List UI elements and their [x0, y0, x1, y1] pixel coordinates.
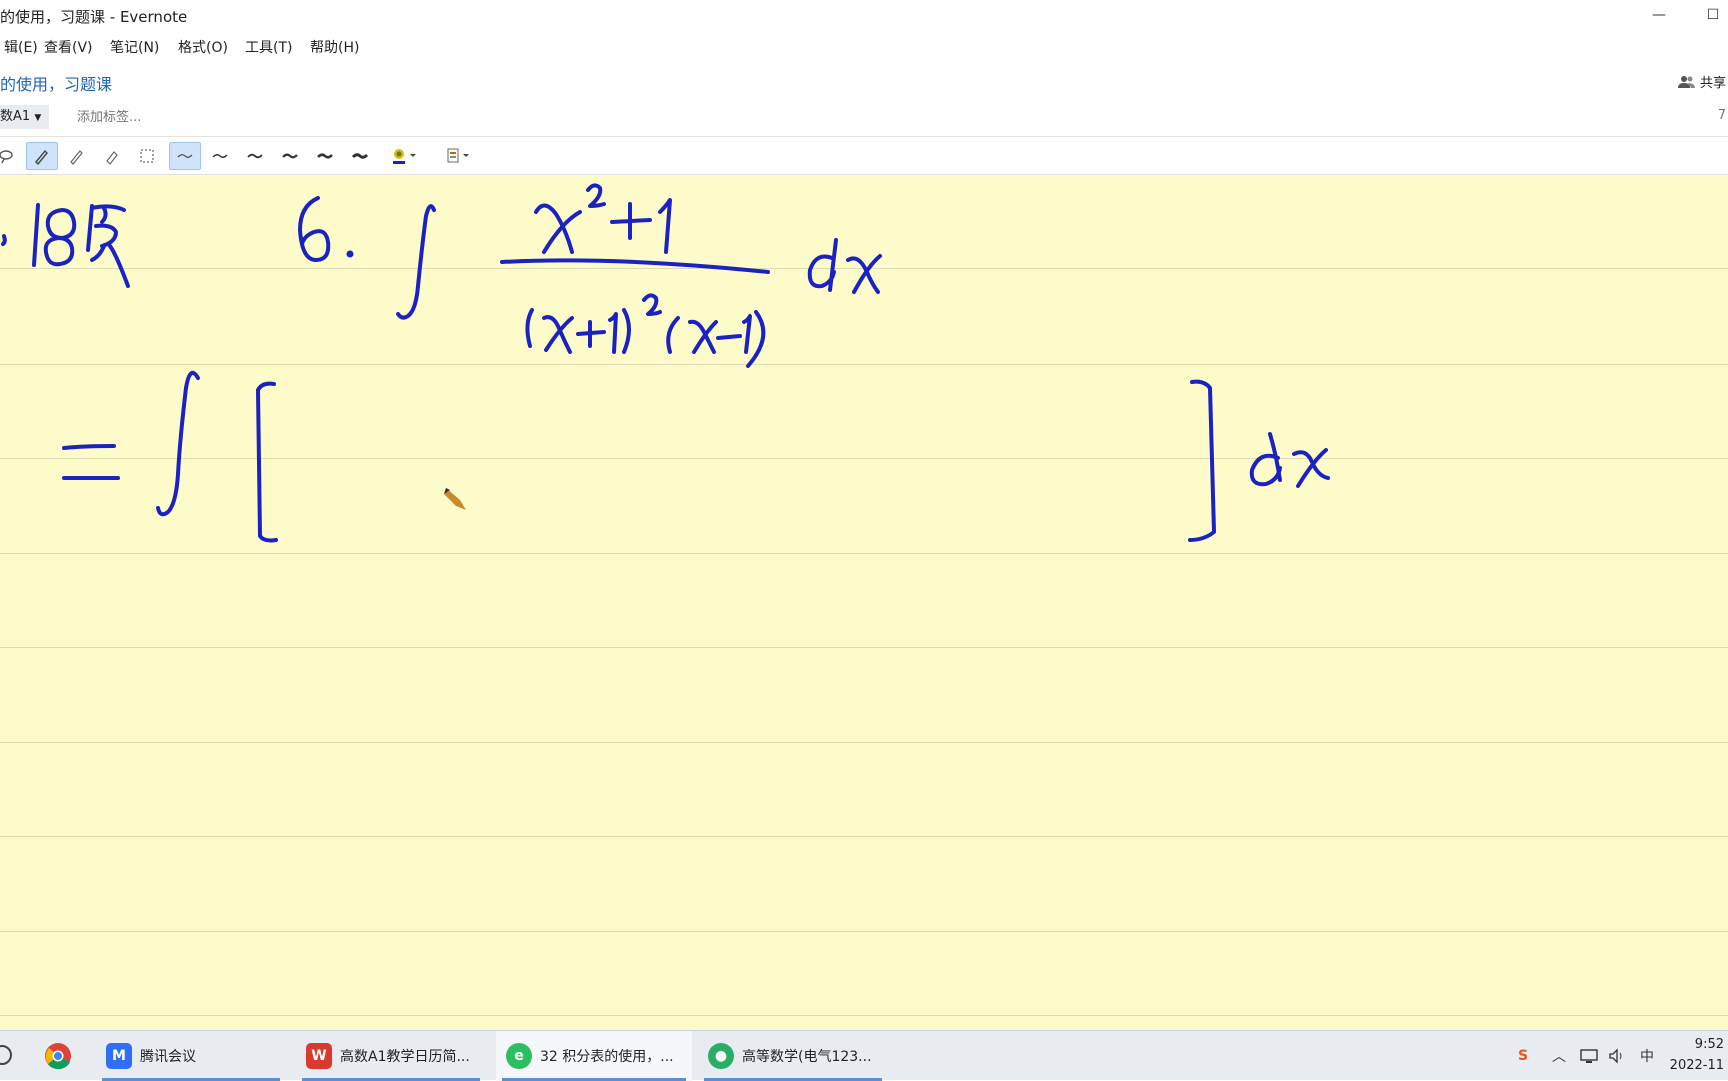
menu-edit[interactable]: 辑(E)	[0, 35, 42, 59]
handwriting-integral-1	[396, 204, 436, 320]
handwriting-ink	[1, 183, 1330, 543]
count-indicator: 7	[1717, 108, 1726, 123]
window-title: 的使用，习题课 - Evernote	[0, 8, 188, 26]
handwriting-dx-2	[1249, 432, 1330, 488]
stroke-width-3-icon[interactable]	[239, 142, 271, 170]
ink-toolbar	[0, 138, 1728, 175]
volume-icon[interactable]	[1606, 1045, 1628, 1067]
stroke-width-4-icon[interactable]	[274, 142, 306, 170]
wechat-icon: ●	[708, 1043, 734, 1069]
taskbar-item-wechat[interactable]: ● 高等数学(电气123...	[698, 1031, 888, 1081]
handwriting-right-bracket	[1188, 379, 1216, 542]
pencil-cursor-icon	[444, 488, 466, 510]
search-icon[interactable]	[0, 1045, 12, 1065]
restore-button[interactable]: ☐	[1690, 0, 1728, 31]
taskbar-label: 高等数学(电气123...	[742, 1049, 872, 1065]
clock-date[interactable]: 2022-11	[1670, 1058, 1724, 1073]
taskbar-label: 高数A1教学日历简...	[340, 1049, 470, 1065]
stroke-width-5-icon[interactable]	[309, 142, 341, 170]
handwriting-dx-1	[807, 238, 882, 294]
handwriting-numerator	[534, 183, 672, 254]
handwriting-equals	[62, 444, 120, 480]
taskbar-label: 腾讯会议	[140, 1049, 196, 1065]
people-icon	[1677, 75, 1695, 88]
taskbar-item-evernote[interactable]: e 32 积分表的使用，...	[496, 1031, 692, 1081]
network-icon[interactable]	[1578, 1045, 1600, 1067]
menu-help[interactable]: 帮助(H)	[306, 35, 363, 59]
stroke-width-6-icon[interactable]	[344, 142, 376, 170]
tencent-meeting-icon: M	[106, 1043, 132, 1069]
handwriting-fraction-bar	[500, 258, 770, 274]
stroke-width-2-icon[interactable]	[204, 142, 236, 170]
selection-icon[interactable]	[131, 142, 163, 170]
chevron-up-icon[interactable]: ︿	[1548, 1045, 1570, 1067]
taskbar: M 腾讯会议 W 高数A1教学日历简... e 32 积分表的使用，... ● …	[0, 1030, 1728, 1081]
notebook-name: 数A1	[0, 109, 31, 124]
menu-tools[interactable]: 工具(T)	[241, 35, 296, 59]
header-divider	[0, 136, 1728, 137]
chrome-icon[interactable]	[44, 1042, 72, 1070]
stroke-width-1-icon[interactable]	[169, 142, 201, 170]
lasso-icon[interactable]	[0, 142, 22, 170]
handwriting-problem-number	[298, 196, 354, 262]
menu-note[interactable]: 笔记(N)	[106, 35, 163, 59]
clock-time[interactable]: 9:52	[1695, 1037, 1724, 1052]
handwriting-left-bracket	[256, 381, 278, 543]
chevron-down-icon: ▼	[34, 113, 42, 123]
wps-icon: W	[306, 1043, 332, 1069]
input-method-icon[interactable]: 中	[1636, 1045, 1658, 1067]
handwriting-denominator	[525, 293, 766, 368]
evernote-icon: e	[506, 1043, 532, 1069]
handwriting-integral-2	[156, 370, 200, 517]
color-picker-icon[interactable]	[384, 142, 424, 170]
minimize-button[interactable]: —	[1636, 0, 1682, 31]
highlighter-icon[interactable]	[96, 142, 128, 170]
page-style-icon[interactable]	[438, 142, 478, 170]
menu-bar: 辑(E) 查看(V) 笔记(N) 格式(O) 工具(T) 帮助(H)	[0, 31, 1728, 60]
tag-input[interactable]	[75, 105, 379, 131]
taskbar-item-wps[interactable]: W 高数A1教学日历简...	[296, 1031, 486, 1081]
ink-canvas[interactable]	[0, 175, 1728, 1030]
notebook-selector[interactable]: 数A1 ▼	[0, 105, 50, 129]
sogou-ime-icon[interactable]: S	[1512, 1045, 1534, 1067]
pen-icon[interactable]	[26, 142, 58, 170]
title-bar: 的使用，习题课 - Evernote — ☐	[0, 0, 1728, 32]
share-button[interactable]: 共享	[1677, 72, 1726, 91]
menu-format[interactable]: 格式(O)	[174, 35, 232, 59]
pencil-icon[interactable]	[61, 142, 93, 170]
handwriting-page-label	[1, 203, 130, 288]
taskbar-label: 32 积分表的使用，...	[540, 1049, 674, 1065]
note-title[interactable]: 的使用，习题课	[0, 71, 112, 95]
share-label: 共享	[1699, 76, 1726, 91]
taskbar-item-tencent-meeting[interactable]: M 腾讯会议	[96, 1031, 286, 1081]
menu-view[interactable]: 查看(V)	[40, 35, 97, 59]
